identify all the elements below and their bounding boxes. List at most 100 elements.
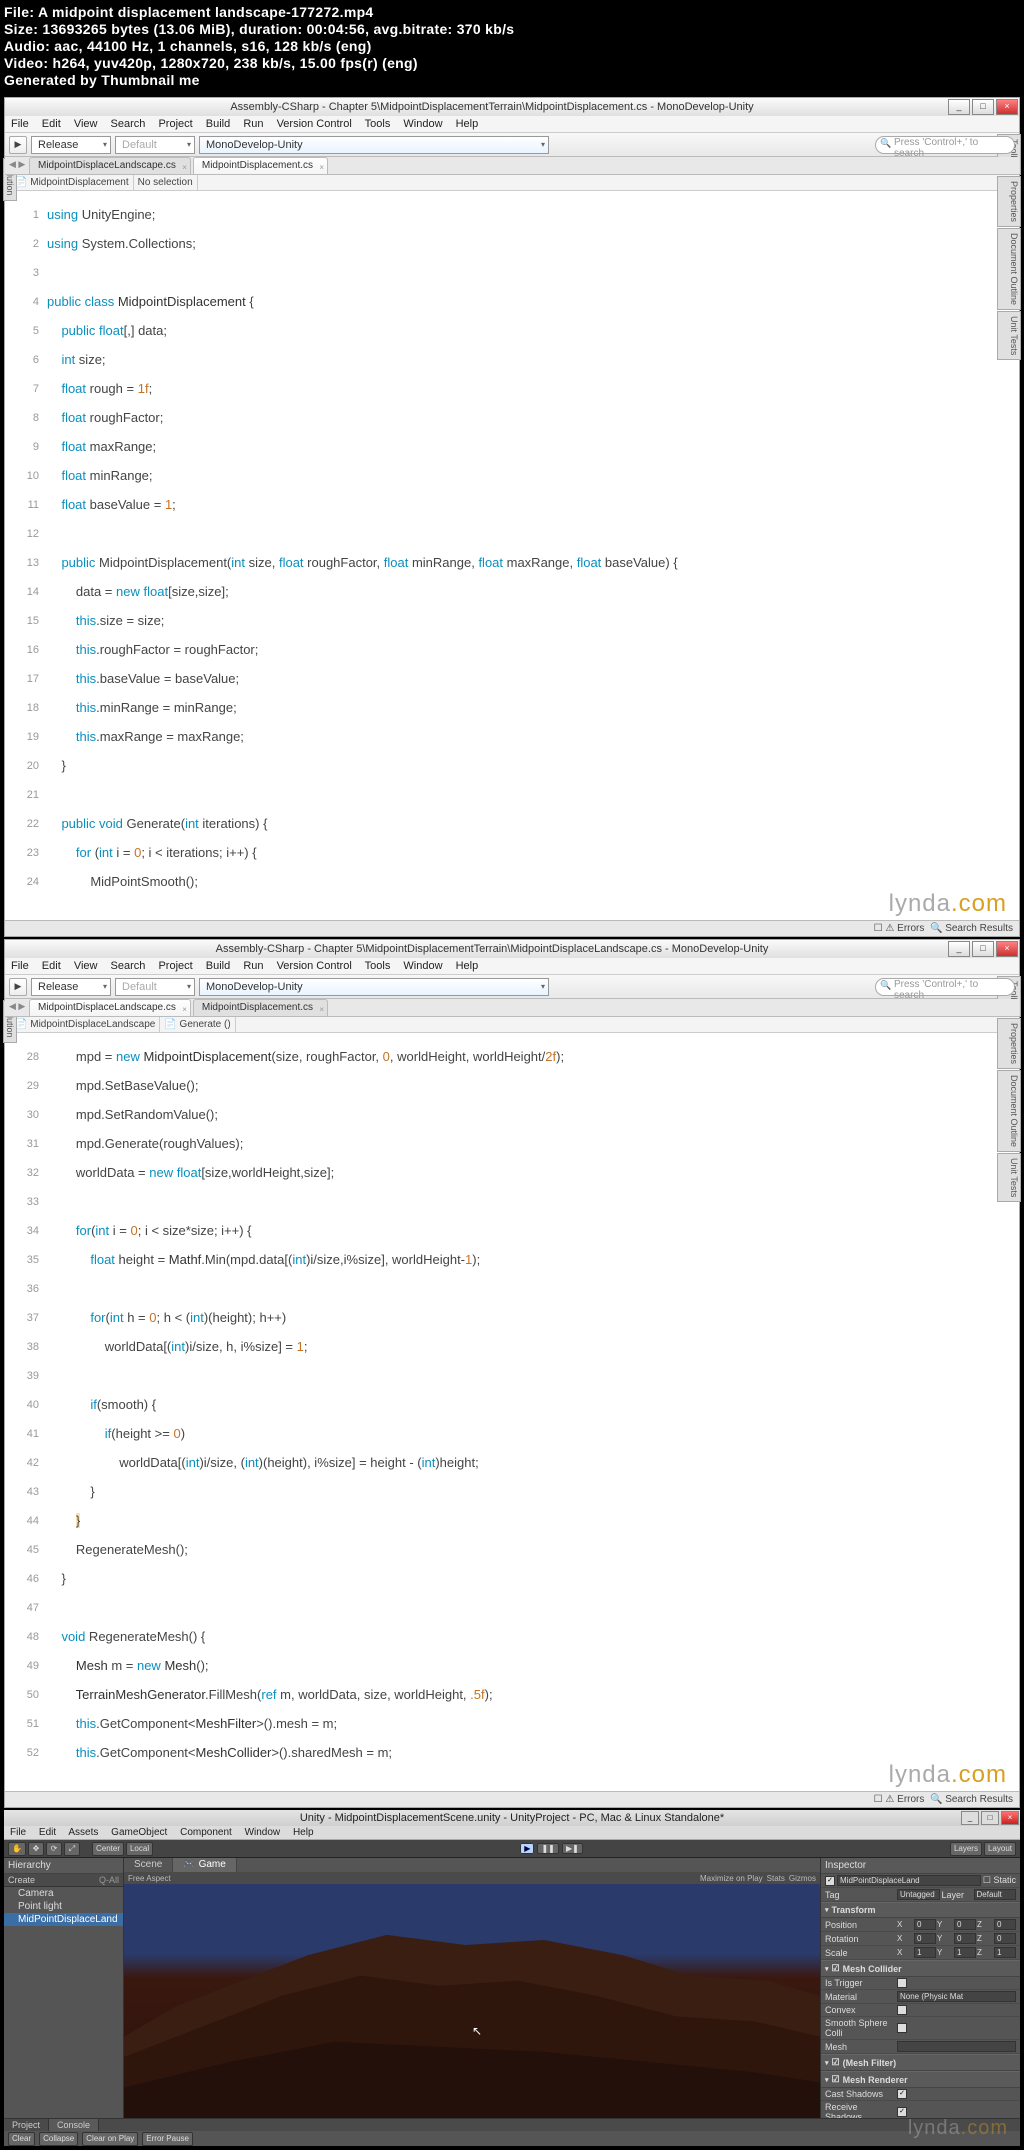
search-input[interactable]: Press 'Control+,' to search [875, 136, 1015, 154]
menu-help[interactable]: Help [293, 1827, 314, 1838]
menu-file[interactable]: File [11, 118, 29, 130]
gizmos-toggle[interactable]: Gizmos [789, 1874, 816, 1883]
run-button[interactable]: ▶ [9, 978, 27, 996]
layers-dropdown[interactable]: Layers [950, 1842, 982, 1856]
menu-search[interactable]: Search [111, 960, 146, 972]
physmat-field[interactable]: None (Physic Mat [897, 1991, 1016, 2002]
menu-search[interactable]: Search [111, 118, 146, 130]
rot-z[interactable]: 0 [994, 1933, 1016, 1944]
menu-build[interactable]: Build [206, 960, 230, 972]
hierarchy-item-light[interactable]: Point light [4, 1900, 123, 1913]
pivot-center[interactable]: Center [92, 1842, 124, 1856]
clearonplay-button[interactable]: Clear on Play [82, 2132, 138, 2146]
close-button[interactable]: × [996, 941, 1018, 957]
aspect-dropdown[interactable]: Free Aspect [128, 1874, 171, 1883]
active-checkbox[interactable]: ✓ [825, 1876, 835, 1886]
object-name-field[interactable]: MidPointDisplaceLand [837, 1875, 981, 1886]
code-editor[interactable]: 28 mpd = new MidpointDisplacement(size, … [5, 1033, 1019, 1791]
tab-landscape[interactable]: MidpointDisplaceLandscape.cs× [29, 999, 191, 1016]
menu-window[interactable]: Window [403, 118, 442, 130]
rot-x[interactable]: 0 [914, 1933, 936, 1944]
menu-edit[interactable]: Edit [42, 960, 61, 972]
scl-z[interactable]: 1 [994, 1947, 1016, 1958]
minimize-button[interactable]: _ [961, 1811, 979, 1825]
breadcrumb[interactable]: 📄 MidpointDisplaceLandscape📄 Generate () [5, 1017, 1019, 1033]
maximize-button[interactable]: □ [972, 941, 994, 957]
device-dropdown[interactable]: Default [115, 978, 195, 996]
unit-tests-tab[interactable]: Unit Tests [997, 1153, 1021, 1202]
maximize-toggle[interactable]: Maximize on Play [700, 1874, 763, 1883]
breadcrumb[interactable]: 📄 MidpointDisplacementNo selection [5, 175, 1019, 191]
menu-file[interactable]: File [11, 960, 29, 972]
close-icon[interactable]: × [182, 160, 187, 176]
menu-run[interactable]: Run [243, 118, 263, 130]
tag-dropdown[interactable]: Untagged [897, 1889, 940, 1900]
menu-help[interactable]: Help [456, 118, 479, 130]
scene-tab[interactable]: Scene [124, 1858, 173, 1872]
rotate-tool-icon[interactable]: ⟳ [46, 1842, 62, 1856]
game-tab[interactable]: 🎮 Game [173, 1858, 236, 1872]
convex-checkbox[interactable] [897, 2005, 907, 2015]
collapse-button[interactable]: Collapse [39, 2132, 78, 2146]
doc-outline-tab[interactable]: Document Outline [997, 1070, 1021, 1152]
config-dropdown[interactable]: Release [31, 136, 111, 154]
close-button[interactable]: × [1001, 1811, 1019, 1825]
run-button[interactable]: ▶ [9, 136, 27, 154]
castshadow-checkbox[interactable]: ✓ [897, 2089, 907, 2099]
menu-tools[interactable]: Tools [365, 118, 391, 130]
play-button[interactable]: ▶ [520, 1843, 534, 1854]
collidermesh-field[interactable] [897, 2041, 1016, 2052]
properties-tab[interactable]: Properties [997, 1018, 1021, 1069]
config-dropdown[interactable]: Release [31, 978, 111, 996]
trigger-checkbox[interactable] [897, 1978, 907, 1988]
tab-displacement[interactable]: MidpointDisplacement.cs× [193, 157, 328, 174]
transform-component[interactable]: Transform [821, 1902, 1020, 1918]
menu-tools[interactable]: Tools [365, 960, 391, 972]
maximize-button[interactable]: □ [972, 99, 994, 115]
menu-build[interactable]: Build [206, 118, 230, 130]
create-dropdown[interactable]: Create [8, 1875, 35, 1885]
doc-outline-tab[interactable]: Document Outline [997, 228, 1021, 310]
target-display[interactable]: MonoDevelop-Unity [199, 136, 549, 154]
menu-project[interactable]: Project [158, 118, 192, 130]
close-icon[interactable]: × [319, 160, 324, 176]
pos-x[interactable]: 0 [914, 1919, 936, 1930]
meshcollider-component[interactable]: ☑ Mesh Collider [821, 1960, 1020, 1977]
game-viewport[interactable]: ↖ [124, 1884, 820, 2118]
layout-dropdown[interactable]: Layout [984, 1842, 1016, 1856]
menu-help[interactable]: Help [456, 960, 479, 972]
unit-tests-tab[interactable]: Unit Tests [997, 311, 1021, 360]
scl-x[interactable]: 1 [914, 1947, 936, 1958]
menu-project[interactable]: Project [158, 960, 192, 972]
menu-component[interactable]: Component [180, 1827, 232, 1838]
menu-run[interactable]: Run [243, 960, 263, 972]
search-filter[interactable]: Q-All [99, 1875, 119, 1885]
menu-vc[interactable]: Version Control [277, 960, 352, 972]
menu-file[interactable]: File [10, 1827, 26, 1838]
minimize-button[interactable]: _ [948, 941, 970, 957]
search-input[interactable]: Press 'Control+,' to search [875, 978, 1015, 996]
properties-tab[interactable]: Properties [997, 176, 1021, 227]
close-icon[interactable]: × [182, 1002, 187, 1018]
menu-gameobject[interactable]: GameObject [111, 1827, 167, 1838]
maximize-button[interactable]: □ [981, 1811, 999, 1825]
recvshadow-checkbox[interactable]: ✓ [897, 2107, 907, 2117]
menu-edit[interactable]: Edit [42, 118, 61, 130]
rot-y[interactable]: 0 [954, 1933, 976, 1944]
menu-window[interactable]: Window [245, 1827, 281, 1838]
hand-tool-icon[interactable]: ✋ [8, 1842, 26, 1856]
pos-y[interactable]: 0 [954, 1919, 976, 1930]
stats-toggle[interactable]: Stats [767, 1874, 785, 1883]
minimize-button[interactable]: _ [948, 99, 970, 115]
step-button[interactable]: ▶❚ [562, 1843, 583, 1854]
pos-z[interactable]: 0 [994, 1919, 1016, 1930]
tab-landscape[interactable]: MidpointDisplaceLandscape.cs× [29, 157, 191, 174]
smoothsphere-checkbox[interactable] [897, 2023, 907, 2033]
layer-dropdown[interactable]: Default [974, 1889, 1017, 1900]
menu-vc[interactable]: Version Control [277, 118, 352, 130]
project-tab[interactable]: Project [4, 2119, 49, 2131]
meshfilter-component[interactable]: ☑ (Mesh Filter) [821, 2054, 1020, 2071]
hierarchy-item-camera[interactable]: Camera [4, 1887, 123, 1900]
close-icon[interactable]: × [319, 1002, 324, 1018]
menu-window[interactable]: Window [403, 960, 442, 972]
